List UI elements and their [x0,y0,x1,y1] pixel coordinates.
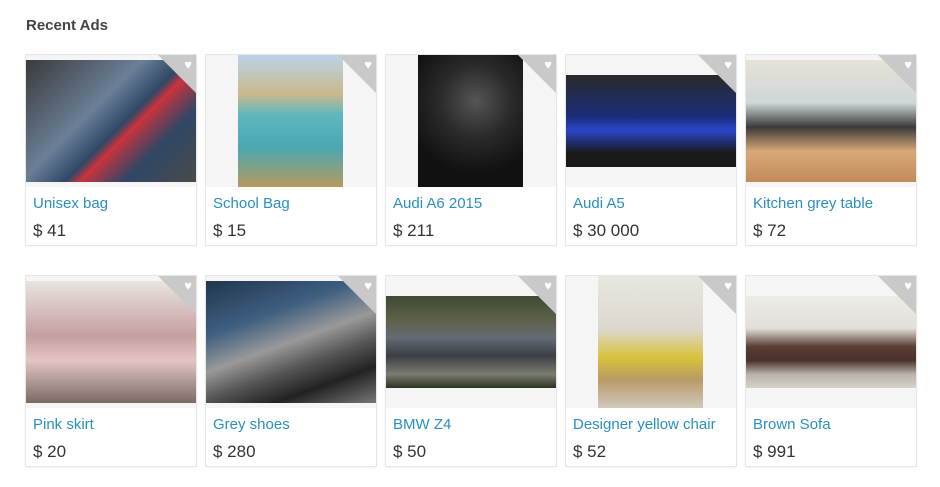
ad-card[interactable]: ♥ Kitchen grey table $ 72 [746,55,916,245]
ad-title[interactable]: Designer yellow chair [573,416,716,433]
heart-icon[interactable]: ♥ [544,58,552,71]
section-title: Recent Ads [26,17,108,34]
ad-title[interactable]: Grey shoes [213,416,290,433]
ad-title[interactable]: Pink skirt [33,416,94,433]
ad-card[interactable]: ♥ Audi A6 2015 $ 211 [386,55,556,245]
ad-price: $ 211 [393,221,435,240]
heart-icon[interactable]: ♥ [724,58,732,71]
ad-title[interactable]: Kitchen grey table [753,195,873,212]
heart-icon[interactable]: ♥ [544,279,552,292]
ad-card[interactable]: ♥ BMW Z4 $ 50 [386,276,556,466]
ad-title[interactable]: Audi A5 [573,195,625,212]
ad-price: $ 41 [33,221,67,240]
heart-icon[interactable]: ♥ [364,58,372,71]
heart-icon[interactable]: ♥ [184,279,192,292]
heart-icon[interactable]: ♥ [724,279,732,292]
heart-icon[interactable]: ♥ [904,279,912,292]
ad-title[interactable]: Brown Sofa [753,416,831,433]
ad-price: $ 280 [213,442,256,461]
ad-price: $ 50 [393,442,427,461]
ad-title[interactable]: Unisex bag [33,195,108,212]
heart-icon[interactable]: ♥ [364,279,372,292]
ad-title[interactable]: BMW Z4 [393,416,451,433]
ad-price: $ 15 [213,221,247,240]
ad-title[interactable]: Audi A6 2015 [393,195,482,212]
ad-price: $ 991 [753,442,796,461]
heart-icon[interactable]: ♥ [904,58,912,71]
ad-card[interactable]: ♥ Audi A5 $ 30 000 [566,55,736,245]
ad-card[interactable]: ♥ Designer yellow chair $ 52 [566,276,736,466]
ad-card[interactable]: ♥ School Bag $ 15 [206,55,376,245]
ad-price: $ 30 000 [573,221,640,240]
ad-price: $ 52 [573,442,607,461]
ad-card[interactable]: ♥ Brown Sofa $ 991 [746,276,916,466]
ad-card[interactable]: ♥ Pink skirt $ 20 [26,276,196,466]
ad-title[interactable]: School Bag [213,195,290,212]
ad-card[interactable]: ♥ Grey shoes $ 280 [206,276,376,466]
ad-card[interactable]: ♥ Unisex bag $ 41 [26,55,196,245]
ad-price: $ 72 [753,221,787,240]
heart-icon[interactable]: ♥ [184,58,192,71]
ad-price: $ 20 [33,442,67,461]
